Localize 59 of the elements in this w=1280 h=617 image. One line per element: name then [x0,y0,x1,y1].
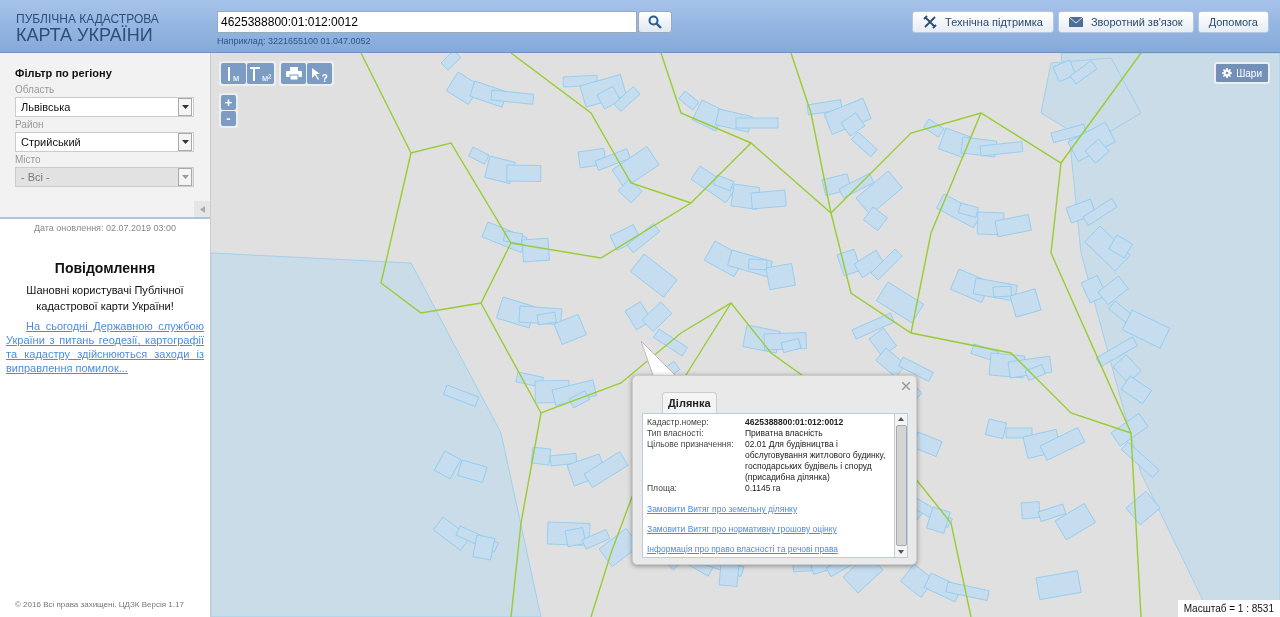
header-button[interactable]: Допомога [1197,11,1269,33]
scrollbar[interactable] [894,414,907,557]
filter-title: Фільтр по регіону [15,67,113,79]
printer-icon [285,67,302,80]
header-button[interactable]: Зворотний зв'язок [1057,11,1194,33]
field-label: Район [15,119,45,130]
scroll-down-icon [898,550,904,554]
search-button[interactable] [638,11,672,33]
field-label: Область [15,84,56,95]
close-button[interactable] [902,382,910,390]
attribute-value: Приватна власність [745,428,824,439]
logo-title: КАРТА УКРАЇНИ [16,26,153,45]
update-date: Дата оновлення: 02.07.2019 03:00 [32,223,178,233]
logo-text: ПУБЛІЧНА КАДАСТРОВА [16,13,160,26]
measure-button[interactable]: м [221,63,246,84]
popup-tab[interactable]: Ділянка [662,392,717,413]
search-field[interactable]: 4625388800:01:012:0012 [217,11,637,33]
header-button[interactable]: Технічна підтримка [912,11,1054,33]
gear-icon [1222,68,1233,78]
scroll-thumb[interactable] [895,425,907,546]
close-icon [902,382,910,390]
attribute-label: Площа: [647,483,678,494]
dropdown-caret-icon [181,175,189,179]
tools-icon [923,15,938,29]
collapse-button[interactable] [194,201,210,217]
order-link[interactable]: Замовити Витяг про нормативну грошову оцінку [647,524,890,534]
scroll-up-icon [898,417,904,421]
map-tool-button[interactable]: ? [307,63,333,84]
notice-link[interactable]: На сьогодні Державною службою України з питань геодезії, картографії та кадастру здійснюються заходи із виправлення помилок... [6,319,204,375]
attribute-label: Цільове призначення: [647,439,735,451]
order-link[interactable]: Інформація про право власності та речові права [647,544,890,554]
scale-label: Масштаб = 1 : 8531 [1177,600,1280,617]
map-drawing[interactable] [211,53,1280,617]
order-link[interactable]: Замовити Витяг про земельну ділянку [647,504,890,514]
zoom-button[interactable]: + [221,95,236,110]
field-label: Місто [15,154,42,165]
copyright-text: © 2016 Всі права захищені. ЦДЗК Версія 1.17 [14,600,185,611]
notice-title: Повідомлення [53,260,157,276]
attribute-value: 0.1145 га [745,483,782,494]
ruler-line-icon [227,66,231,81]
attribute-value: 4625388800:01:012:0012 [745,417,845,428]
zoom-button[interactable]: - [221,111,236,126]
dropdown-caret-icon [181,140,189,144]
cursor-icon [311,67,320,80]
left-triangle-icon [199,205,205,213]
map-tool-button[interactable] [281,63,307,84]
dropdown-caret-icon [181,105,189,109]
attribute-label: Тип власності: [647,428,705,439]
layers-button[interactable]: Шари [1214,62,1270,84]
envelope-icon [1068,17,1083,27]
search-hint: Наприклад: 3221655100 01.047.0052 [217,36,372,46]
region-select[interactable]: Стрийський [15,132,194,152]
attribute-label: Кадастр.номер: [647,417,710,428]
region-select[interactable]: Львівська [15,97,194,117]
measure-button[interactable]: м² [247,63,275,84]
attribute-value: 02.01 Для будівництва і обслуговування житлового будинку, господарських будівель і споруд (присадибна ділянка) [745,439,887,483]
notice-greeting: Шановні користувачі Публічної кадастрової карти України! [25,283,185,314]
ruler-corner-icon [250,66,260,81]
search-icon [648,15,662,29]
